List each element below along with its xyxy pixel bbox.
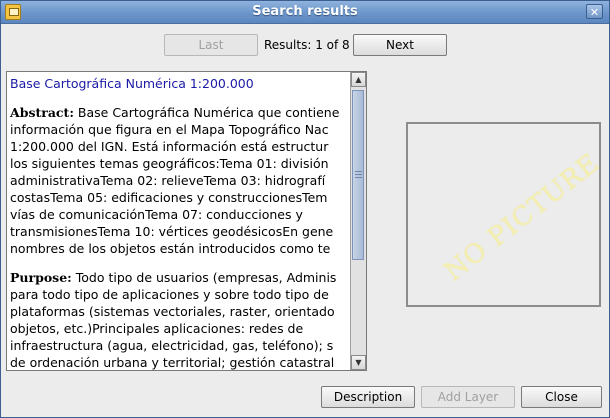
metadata-text-pane[interactable]: Base Cartográfica Numérica 1:200.000 Abs… — [6, 71, 367, 371]
abstract-line: información que figura en el Mapa Topogr… — [10, 122, 329, 137]
purpose-line: plataformas (sistemas vectoriales, raste… — [10, 304, 335, 319]
results-counter: Results: 1 of 8 — [264, 38, 350, 52]
abstract-line: Base Cartográfica Numérica que contiene — [73, 105, 340, 120]
next-button[interactable]: Next — [353, 34, 447, 56]
abstract-line: 1:200.000 del IGN. Está información está… — [10, 139, 329, 154]
grip-line — [355, 171, 362, 172]
purpose-label: Purpose: — [10, 270, 72, 285]
grip-line — [355, 177, 362, 178]
results-value: 1 of 8 — [315, 38, 350, 52]
abstract-line: vías de comunicaciónTema 07: conduccione… — [10, 207, 303, 222]
abstract-line: los siguientes temas geográficos:Tema 01… — [10, 156, 329, 171]
last-button[interactable]: Last — [164, 34, 258, 56]
purpose-line: objetos, etc.)Principales aplicaciones: … — [10, 321, 304, 336]
abstract-line: costasTema 05: edificaciones y construcc… — [10, 190, 328, 205]
window-title: Search results — [252, 4, 358, 19]
purpose-line: para todo tipo de aplicaciones y sobre t… — [10, 287, 329, 302]
purpose-line: Todo tipo de usuarios (empresas, Adminis — [71, 270, 337, 285]
purpose-paragraph: Purpose: Todo tipo de usuarios (empresas… — [10, 269, 366, 370]
grip-line — [355, 174, 362, 175]
arrow-down-icon[interactable]: ▼ — [351, 355, 366, 370]
preview-picture-frame: NO PICTURE — [406, 122, 601, 307]
title-bar[interactable]: Search results ✕ — [1, 1, 609, 24]
description-button[interactable]: Description — [321, 386, 415, 408]
abstract-paragraph: Abstract: Base Cartográfica Numérica que… — [10, 104, 366, 257]
no-picture-placeholder: NO PICTURE — [438, 148, 601, 288]
vertical-scrollbar[interactable]: ▲ ▼ — [350, 72, 366, 370]
metadata-text: Base Cartográfica Numérica 1:200.000 Abs… — [10, 73, 366, 370]
results-prefix: Results: — [264, 38, 312, 52]
purpose-line: infraestructura (agua, electricidad, gas… — [10, 338, 334, 353]
purpose-line: de ordenación urbana y territorial; gest… — [10, 355, 335, 370]
search-results-dialog: Search results ✕ Last Results: 1 of 8 Ne… — [0, 0, 610, 418]
abstract-line: transmisionesTema 10: vértices geodésico… — [10, 224, 334, 239]
close-button[interactable]: Close — [521, 386, 602, 408]
abstract-line: nombres de los objetos están introducido… — [10, 241, 331, 256]
add-layer-button[interactable]: Add Layer — [421, 386, 515, 408]
scroll-thumb[interactable] — [352, 90, 364, 260]
arrow-up-icon[interactable]: ▲ — [351, 72, 366, 87]
abstract-label: Abstract: — [10, 105, 74, 120]
close-icon[interactable]: ✕ — [586, 4, 603, 19]
abstract-line: administrativaTema 02: relieveTema 03: h… — [10, 173, 326, 188]
document-title: Base Cartográfica Numérica 1:200.000 — [10, 76, 254, 91]
